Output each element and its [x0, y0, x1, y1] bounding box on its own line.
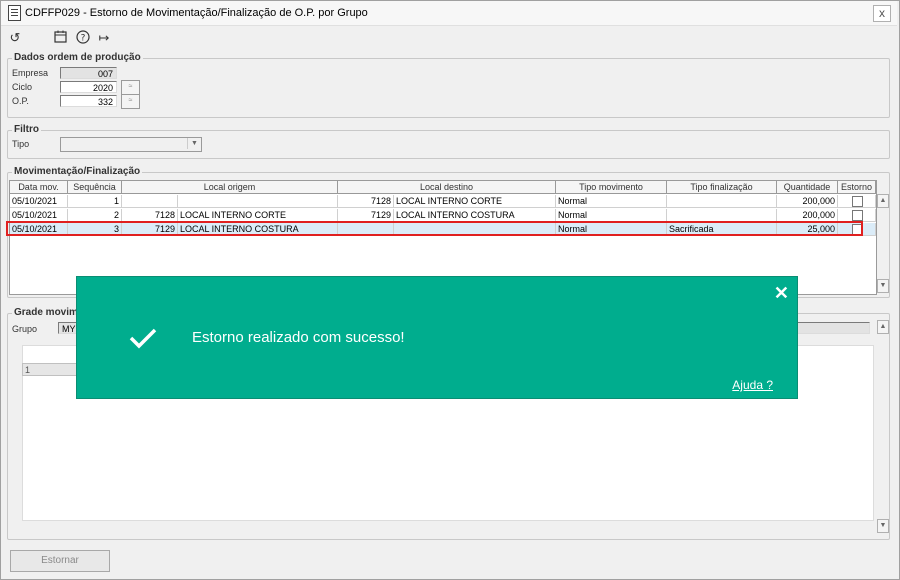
- check-icon: [129, 328, 157, 349]
- grade-scroll-up-button[interactable]: ▲: [877, 320, 889, 334]
- grade-cell[interactable]: 1: [22, 363, 78, 376]
- tipo-label: Tipo: [12, 139, 30, 149]
- ciclo-field[interactable]: 2020: [60, 81, 117, 93]
- cell-destino-nome: LOCAL INTERNO CORTE: [394, 195, 556, 208]
- cell-tipo-movimento: Normal: [556, 195, 667, 208]
- col-tipo-finalizacao[interactable]: Tipo finalização: [667, 181, 777, 194]
- col-local-destino[interactable]: Local destino: [338, 181, 556, 194]
- ciclo-lookup-button[interactable]: ≈: [121, 80, 140, 95]
- empresa-label: Empresa: [12, 68, 49, 78]
- col-local-origem[interactable]: Local origem: [122, 181, 338, 194]
- tipo-select[interactable]: ▼: [60, 137, 202, 152]
- exit-icon[interactable]: ↦: [96, 30, 112, 46]
- toast-close-icon[interactable]: ✕: [774, 283, 789, 304]
- window-title: CDFFP029 - Estorno de Movimentação/Final…: [25, 7, 368, 19]
- cell-origem-codigo: [122, 195, 178, 208]
- movimentacao-legend: Movimentação/Finalização: [12, 166, 143, 177]
- cell-data: 05/10/2021: [10, 195, 68, 208]
- dados-ordem-legend: Dados ordem de produção: [12, 52, 143, 63]
- cell-origem-nome: [178, 195, 338, 208]
- svg-text:?: ?: [81, 34, 86, 44]
- ciclo-label: Ciclo: [12, 82, 33, 92]
- scroll-up-button[interactable]: ▲: [877, 194, 889, 208]
- cell-estorno: [838, 195, 876, 208]
- col-quantidade[interactable]: Quantidade: [777, 181, 838, 194]
- grupo-label: Grupo: [12, 324, 38, 334]
- estorno-checkbox[interactable]: [852, 210, 863, 221]
- op-lookup-button[interactable]: ≈: [121, 94, 140, 109]
- title-bar: CDFFP029 - Estorno de Movimentação/Final…: [1, 1, 897, 26]
- col-data-mov[interactable]: Data mov.: [10, 181, 68, 194]
- undo-icon[interactable]: ↺: [7, 30, 23, 46]
- help-icon[interactable]: ?: [75, 30, 91, 46]
- op-field[interactable]: 332: [60, 95, 117, 107]
- toast-help-link[interactable]: Ajuda ?: [732, 378, 773, 392]
- grade-scroll-down-button[interactable]: ▼: [877, 519, 889, 533]
- toolbar: ↺ ? ↦: [1, 26, 897, 52]
- op-label: O.P.: [12, 96, 29, 106]
- col-estorno[interactable]: Estorno: [838, 181, 876, 194]
- window-close-button[interactable]: x: [873, 5, 891, 22]
- estornar-button[interactable]: Estornar: [10, 550, 110, 572]
- col-tipo-movimento[interactable]: Tipo movimento: [556, 181, 667, 194]
- filtro-legend: Filtro: [12, 124, 41, 135]
- toast-message: Estorno realizado com sucesso!: [192, 329, 405, 346]
- cell-sequencia: 1: [68, 195, 122, 208]
- cell-quantidade: 200,000: [777, 195, 838, 208]
- grade-legend: Grade movim: [12, 307, 80, 318]
- estorno-checkbox[interactable]: [852, 196, 863, 207]
- col-sequencia[interactable]: Sequência: [68, 181, 122, 194]
- calendar-icon[interactable]: [52, 30, 68, 46]
- scroll-down-button[interactable]: ▼: [877, 279, 889, 293]
- highlight-box: [6, 221, 863, 236]
- cell-destino-codigo: 7128: [338, 195, 394, 208]
- chevron-down-icon[interactable]: ▼: [187, 138, 201, 149]
- document-icon: [8, 5, 21, 21]
- cell-tipo-finalizacao: [667, 195, 777, 208]
- empresa-field: 007: [60, 67, 117, 79]
- success-toast: Estorno realizado com sucesso! ✕ Ajuda ?: [76, 276, 798, 399]
